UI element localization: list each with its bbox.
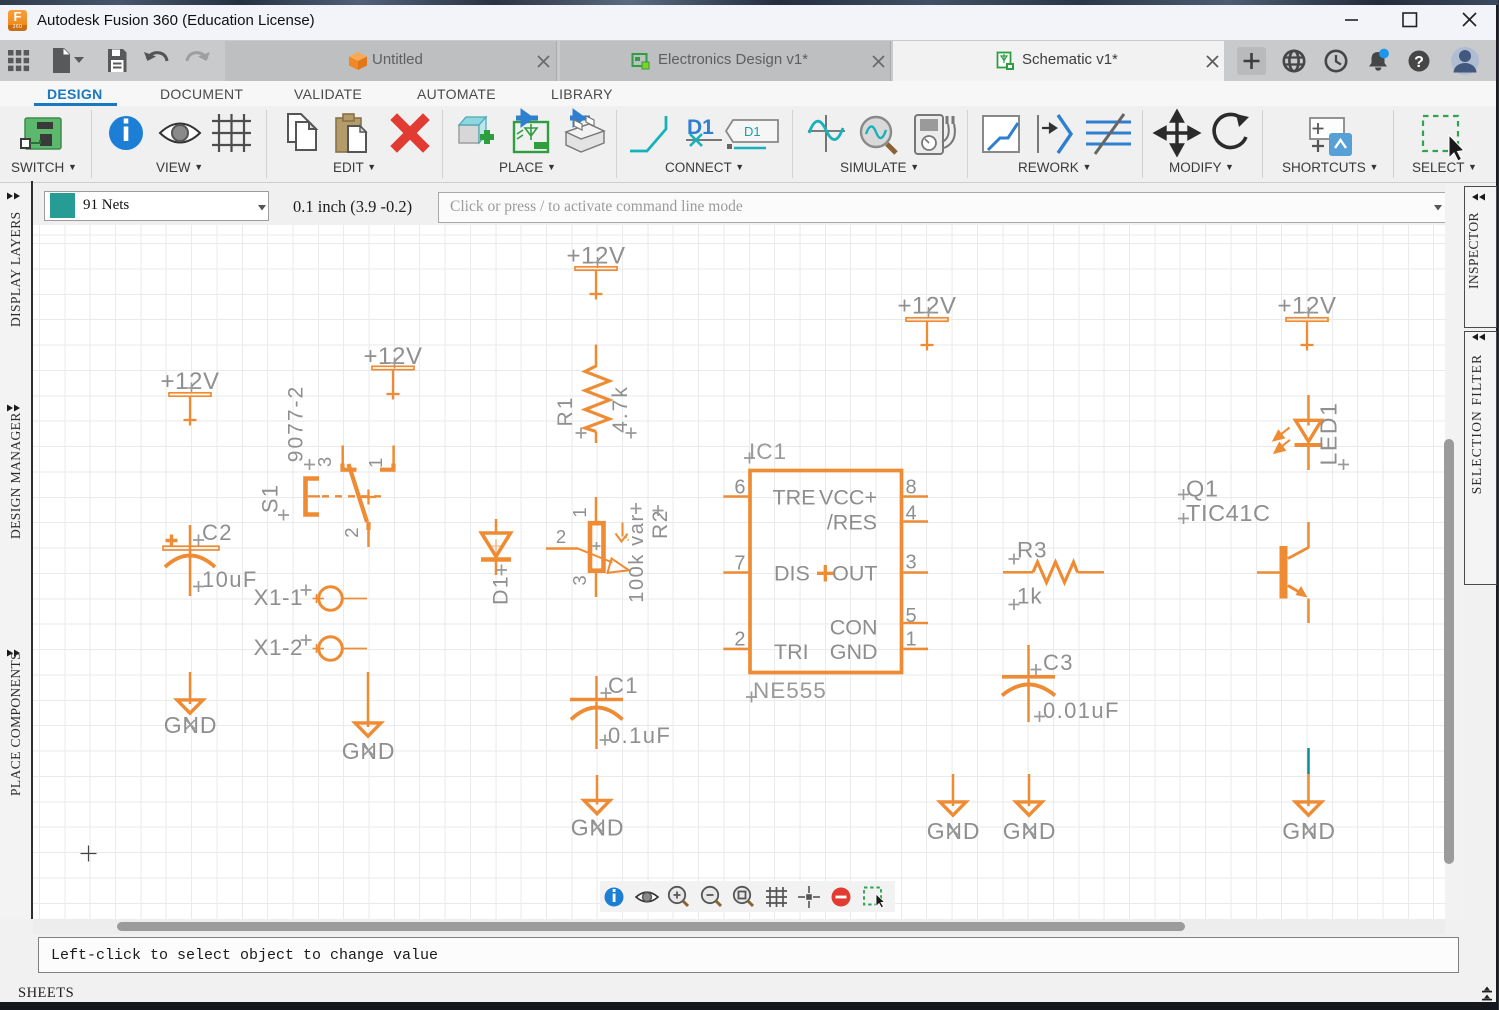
svg-text:1k: 1k <box>1017 584 1042 609</box>
svg-text:DIS: DIS <box>774 562 810 586</box>
svg-text:+12V: +12V <box>1277 293 1336 320</box>
svg-text:1: 1 <box>569 507 590 517</box>
svg-text:8: 8 <box>906 477 917 499</box>
svg-text:R1: R1 <box>554 396 577 427</box>
svg-text:TRE: TRE <box>773 486 816 510</box>
svg-text:4: 4 <box>906 503 917 525</box>
svg-text:?: ? <box>1414 54 1424 71</box>
svg-text:0.1uF: 0.1uF <box>608 723 671 748</box>
svg-text:3: 3 <box>314 457 335 467</box>
svg-text:10uF: 10uF <box>202 567 258 592</box>
svg-text:X1-1: X1-1 <box>253 585 303 610</box>
svg-text:S1: S1 <box>258 484 283 513</box>
svg-text:9077-2: 9077-2 <box>285 385 308 462</box>
svg-text:3: 3 <box>906 552 917 574</box>
svg-text:/RES: /RES <box>827 510 877 534</box>
svg-text:CON: CON <box>830 615 878 639</box>
svg-text:0.01uF: 0.01uF <box>1043 698 1120 723</box>
svg-text:+12V: +12V <box>160 368 219 395</box>
svg-text:6: 6 <box>734 477 745 499</box>
svg-text:R2: R2 <box>649 509 672 539</box>
svg-text:R3: R3 <box>1017 538 1047 563</box>
svg-text:VCC+: VCC+ <box>819 486 877 510</box>
svg-text:TIC41C: TIC41C <box>1186 500 1271 526</box>
svg-text:C1: C1 <box>608 673 639 698</box>
svg-text:2: 2 <box>556 526 566 547</box>
svg-text:X1-2: X1-2 <box>253 635 303 660</box>
svg-text:D1: D1 <box>744 124 761 139</box>
svg-text:LED1: LED1 <box>1316 402 1342 466</box>
svg-text:GND: GND <box>830 640 878 664</box>
svg-text:2: 2 <box>734 629 745 651</box>
svg-text:+12V: +12V <box>897 293 956 320</box>
svg-text:C2: C2 <box>202 520 233 545</box>
svg-text:4.7k: 4.7k <box>609 385 632 433</box>
svg-text:100k var: 100k var <box>626 513 648 603</box>
svg-text:NE555: NE555 <box>753 678 827 703</box>
svg-text:+12V: +12V <box>566 243 625 270</box>
svg-text:D1: D1 <box>489 575 513 605</box>
svg-text:1: 1 <box>365 458 386 468</box>
svg-text:5: 5 <box>906 605 917 627</box>
svg-text:TRI: TRI <box>774 640 809 664</box>
svg-text:7: 7 <box>734 553 745 575</box>
svg-text:1: 1 <box>906 629 917 651</box>
svg-text:3: 3 <box>569 575 590 585</box>
svg-text:2: 2 <box>341 527 362 537</box>
svg-text:OUT: OUT <box>832 562 877 586</box>
svg-text:IC1: IC1 <box>749 439 787 464</box>
svg-text:C3: C3 <box>1043 650 1074 675</box>
svg-text:Q1: Q1 <box>1186 476 1219 502</box>
